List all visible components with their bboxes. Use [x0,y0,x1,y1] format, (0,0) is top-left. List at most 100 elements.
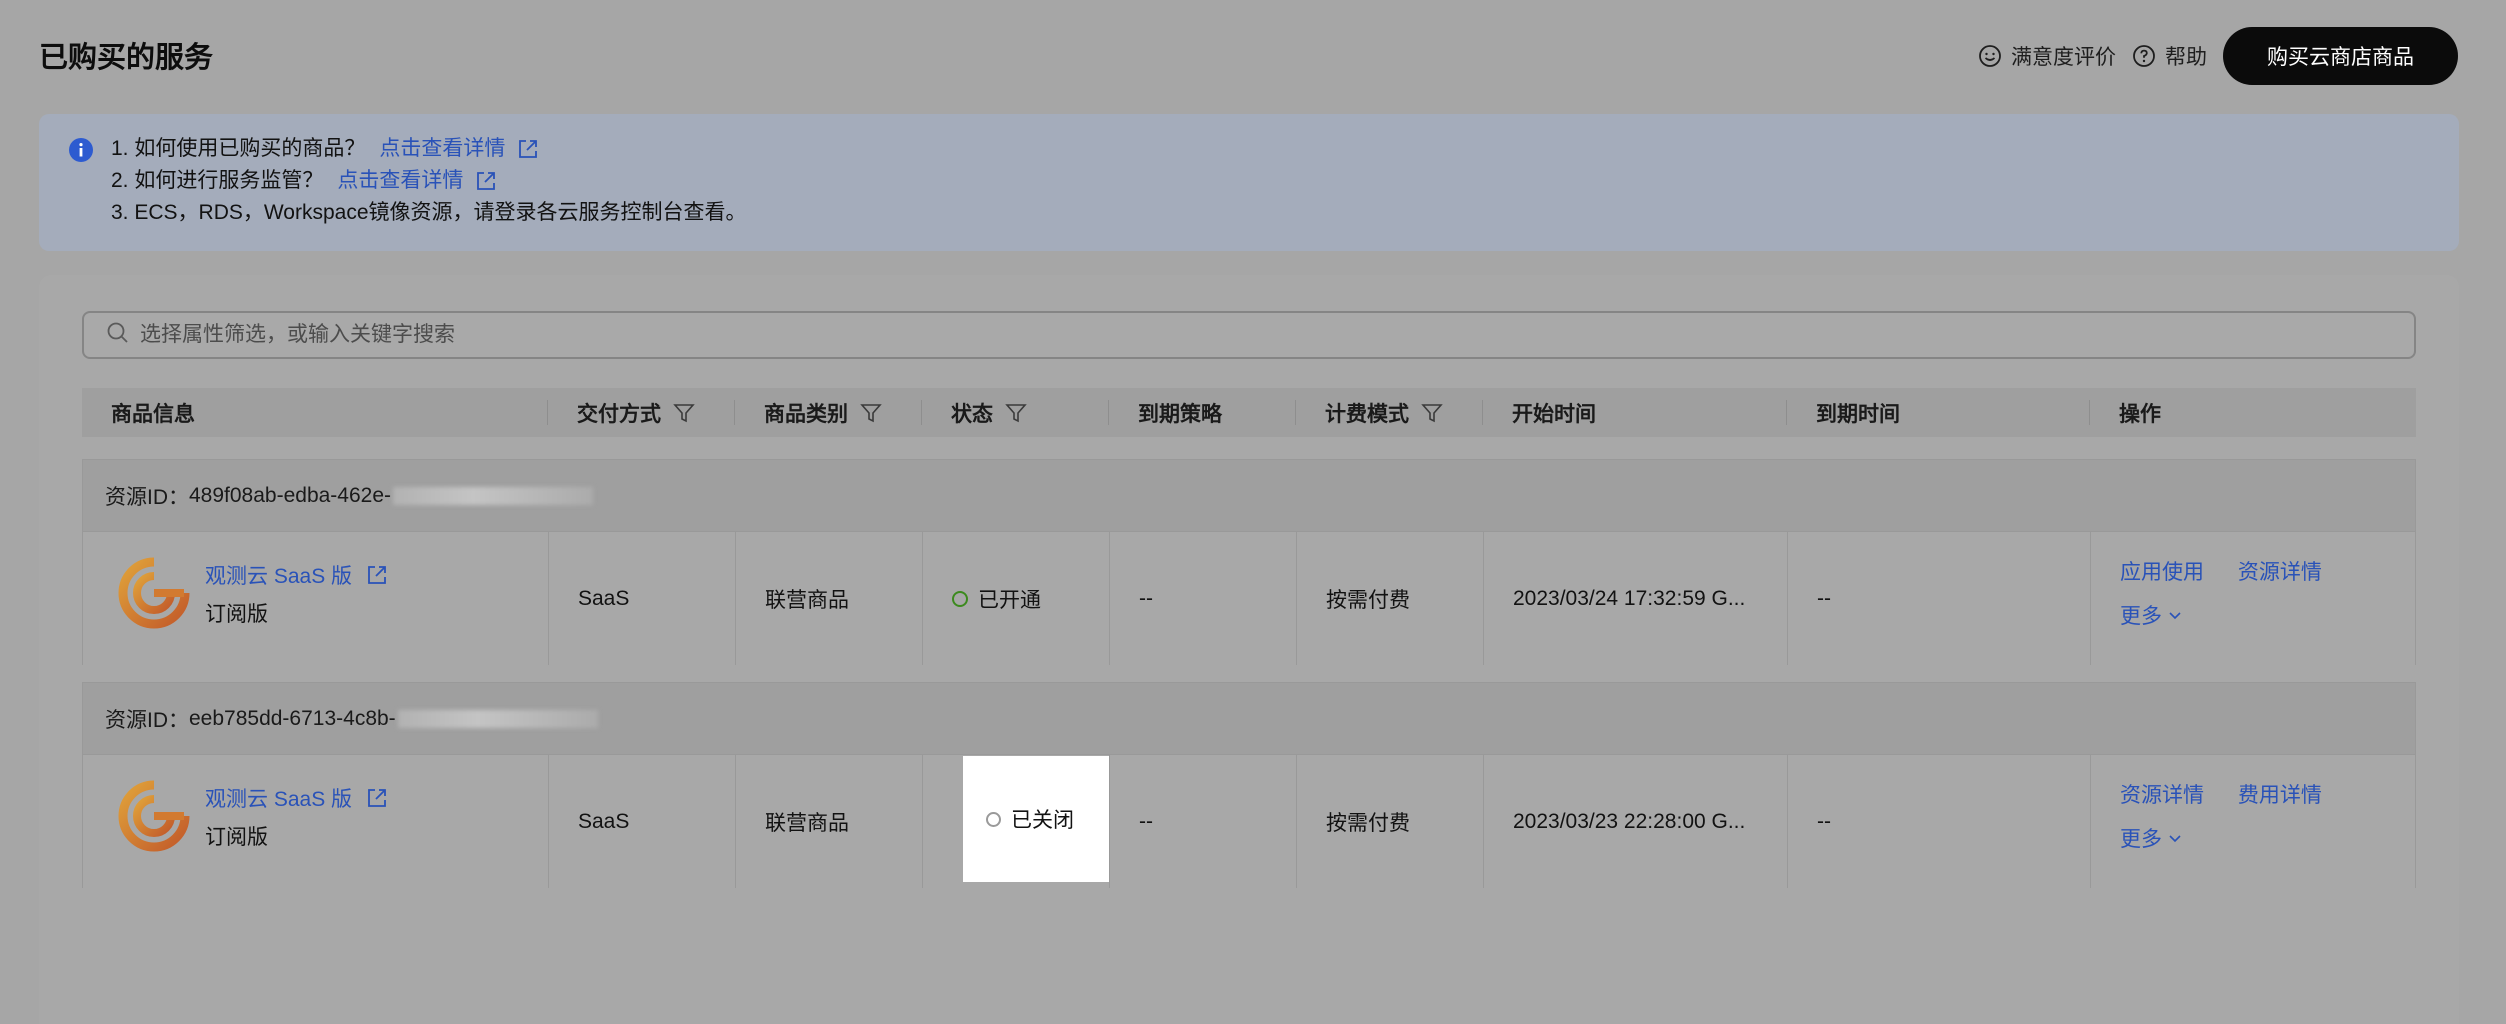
filter-icon[interactable] [860,402,882,424]
column-product-info: 商品信息 [111,402,195,426]
column-billing[interactable]: 计费模式 [1325,388,1443,437]
cell-divider [1787,755,1788,888]
cell-divider [1109,532,1110,665]
cell-divider [922,532,923,665]
notice-line-1: 1. 如何使用已购买的商品？ 点击查看详情 [111,133,747,165]
resource-group: 资源ID： eeb785dd-6713-4c8b- 观测云 SaaS 版 订阅版 [82,682,2416,888]
masked-id [397,709,598,728]
cell-divider [548,755,549,888]
cell-divider [1483,755,1484,888]
filter-icon[interactable] [1005,402,1027,424]
resource-id-value: 489f08ab-edba-462e- [189,483,392,507]
more-label: 更多 [2120,605,2162,628]
product-name: 观测云 SaaS 版 [205,565,353,588]
status-cell-highlighted[interactable]: 已关闭 [963,756,1109,882]
more-dropdown[interactable]: 更多 [2120,600,2183,630]
external-link-icon [477,172,496,190]
cell-divider [2090,755,2091,888]
product-edition: 订阅版 [205,826,268,849]
table-row: 观测云 SaaS 版 订阅版 SaaS 联营商品 -- 按需付费 2023/03… [83,755,2415,888]
product-logo [117,779,191,858]
cell-divider [922,755,923,888]
more-label: 更多 [2120,828,2162,851]
product-logo [117,556,191,635]
buy-marketplace-button[interactable]: 购买云商店商品 [2223,27,2458,85]
expiry-policy-cell: -- [1139,586,1153,610]
table-header: 商品信息 交付方式 商品类别 状态 到期策略 计费模式 开始时间 到期时间 操作 [82,388,2416,437]
satisfaction-link[interactable]: 满意度评价 [1978,41,2116,71]
start-time-cell: 2023/03/23 22:28:00 G... [1513,809,1746,833]
product-name-link[interactable]: 观测云 SaaS 版 [205,783,388,813]
billing-cell: 按需付费 [1326,588,1410,612]
cell-divider [1296,755,1297,888]
resource-id-label: 资源ID： [105,708,189,732]
cell-divider [735,532,736,665]
info-notice: 1. 如何使用已购买的商品？ 点击查看详情 2. 如何进行服务监管？ 点击查看详… [39,114,2459,251]
masked-id [393,486,594,505]
column-category[interactable]: 商品类别 [764,388,882,437]
status-label: 已关闭 [1011,809,1074,832]
page-header: 已购买的服务 满意度评价 帮助 购买云商店商品 [0,0,2506,112]
app-use-link[interactable]: 应用使用 [2120,561,2204,584]
status-label: 已开通 [978,588,1041,612]
chevron-down-icon [2169,612,2181,620]
column-delivery[interactable]: 交付方式 [577,388,695,437]
search-icon [106,321,130,350]
cell-divider [1483,532,1484,665]
chevron-down-icon [2169,835,2181,843]
product-edition: 订阅版 [205,603,268,626]
notice-line-3-text: 3. ECS，RDS，Workspace镜像资源，请登录各云服务控制台查看。 [111,201,747,224]
external-link-icon [519,140,538,158]
column-category-label: 商品类别 [764,402,848,426]
notice-line-2-link[interactable]: 点击查看详情 [337,165,497,197]
external-link-icon [368,566,386,584]
status-cell: 已开通 [952,532,1041,665]
help-link[interactable]: 帮助 [2132,41,2207,71]
notice-line-1-text: 1. 如何使用已购买的商品？ [111,137,366,160]
start-time-cell: 2023/03/24 17:32:59 G... [1513,586,1746,610]
delivery-cell: SaaS [578,586,630,610]
help-icon [2132,44,2156,68]
filter-icon[interactable] [1421,402,1443,424]
column-divider [921,400,922,425]
resource-id-header: 资源ID： eeb785dd-6713-4c8b- [83,683,2415,755]
search-bar[interactable] [82,311,2416,359]
column-divider [1482,400,1483,425]
column-start-time: 开始时间 [1512,402,1596,426]
actions-cell: 资源详情 费用详情 更多 [2120,779,2350,853]
column-delivery-label: 交付方式 [577,402,661,426]
resource-detail-link[interactable]: 资源详情 [2238,561,2322,584]
resource-id-value: eeb785dd-6713-4c8b- [189,706,396,730]
product-name-link[interactable]: 观测云 SaaS 版 [205,560,388,590]
notice-line-2-link-label: 点击查看详情 [337,169,464,192]
notice-line-1-link-label: 点击查看详情 [379,137,506,160]
satisfaction-label: 满意度评价 [2011,46,2116,69]
resource-id-label: 资源ID： [105,485,189,509]
notice-line-2-text: 2. 如何进行服务监管？ [111,169,324,192]
column-billing-label: 计费模式 [1325,402,1409,426]
actions-cell: 应用使用 资源详情 更多 [2120,556,2350,630]
help-label: 帮助 [2165,46,2207,69]
resource-detail-link[interactable]: 资源详情 [2120,784,2204,807]
column-divider [1295,400,1296,425]
end-time-cell: -- [1817,809,1831,833]
cost-detail-link[interactable]: 费用详情 [2238,784,2322,807]
external-link-icon [368,789,386,807]
cell-divider [1109,755,1110,888]
filter-icon[interactable] [673,402,695,424]
column-end-time: 到期时间 [1816,402,1900,426]
header-actions: 满意度评价 帮助 购买云商店商品 [1978,27,2458,85]
notice-line-1-link[interactable]: 点击查看详情 [379,133,539,165]
column-divider [1786,400,1787,425]
more-dropdown[interactable]: 更多 [2120,823,2183,853]
cell-divider [548,532,549,665]
info-icon [68,137,94,168]
column-divider [547,400,548,425]
smiley-icon [1978,44,2002,68]
cell-divider [1787,532,1788,665]
search-input[interactable] [140,323,2340,347]
column-status-label: 状态 [951,402,993,426]
column-status[interactable]: 状态 [951,388,1027,437]
notice-line-3: 3. ECS，RDS，Workspace镜像资源，请登录各云服务控制台查看。 [111,197,747,229]
category-cell: 联营商品 [765,811,849,835]
